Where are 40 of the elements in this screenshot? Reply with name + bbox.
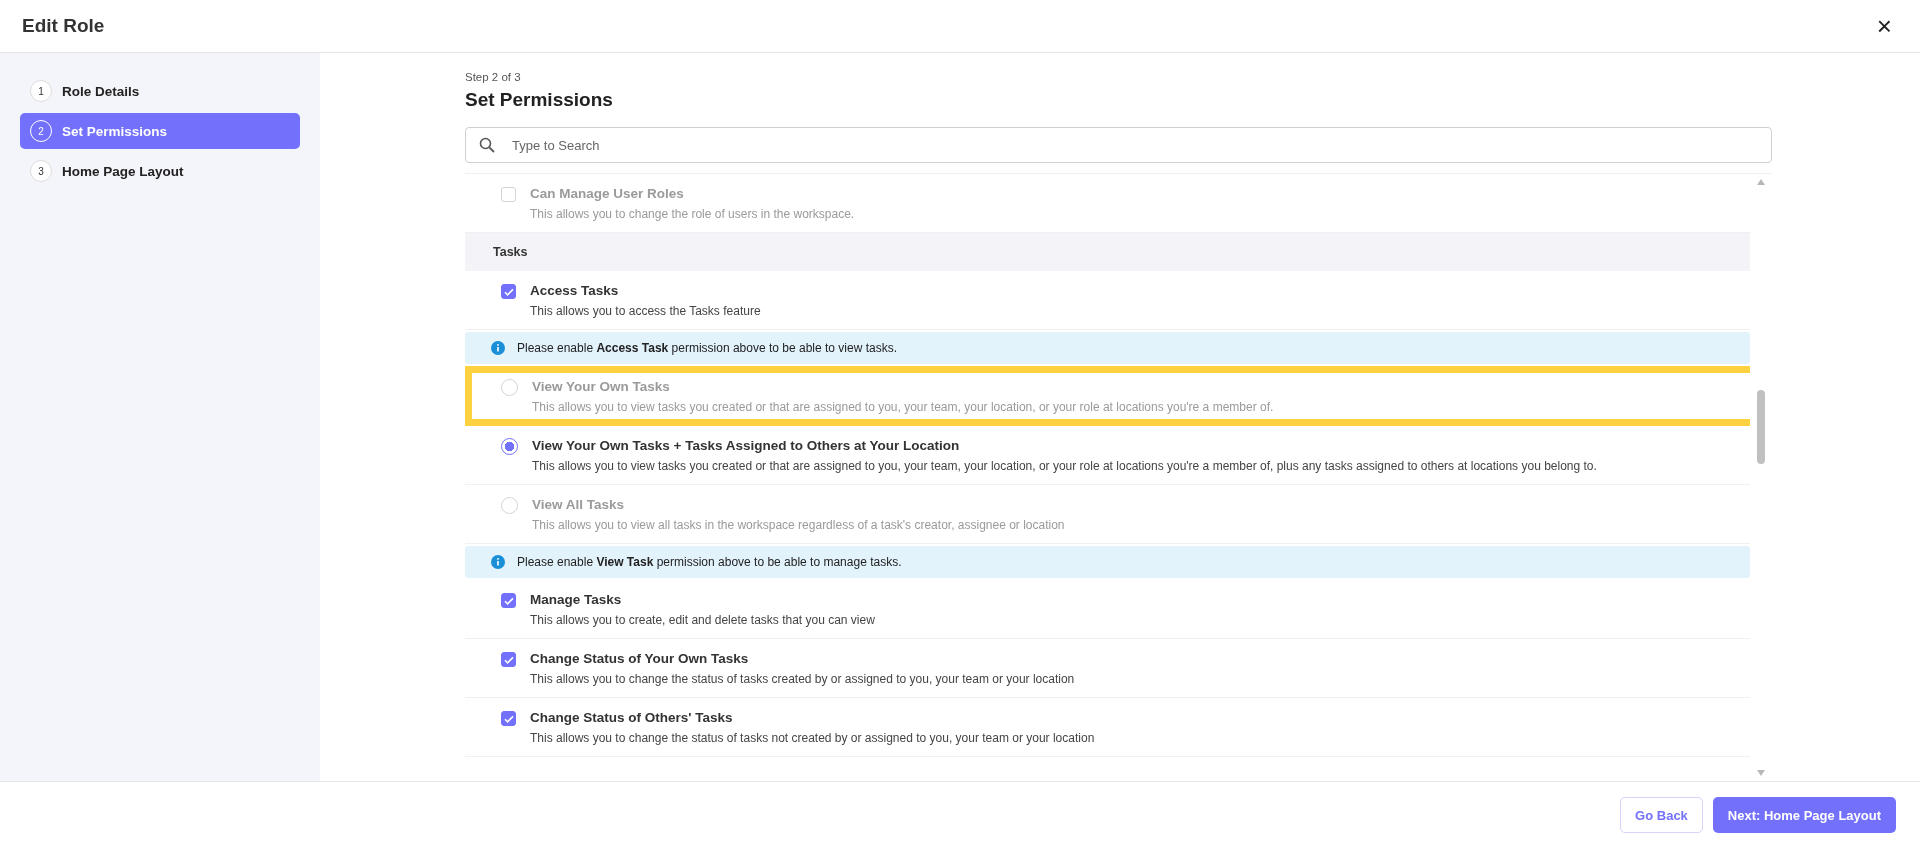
go-back-button[interactable]: Go Back	[1620, 797, 1703, 833]
checkbox[interactable]	[501, 284, 516, 299]
permission-description: This allows you to change the role of users in the workspace.	[530, 207, 855, 221]
step-item[interactable]: 3 Home Page Layout	[20, 153, 300, 189]
checkbox[interactable]	[501, 652, 516, 667]
search-field[interactable]: Type to Search	[465, 127, 1772, 163]
info-message: Please enable Access Task permission above to be able to view tasks.	[517, 341, 898, 355]
info-icon	[491, 341, 505, 355]
permission-description: This allows you to change the status of tasks not created by or assigned to you, your team or your location	[530, 731, 1095, 745]
permission-description: This allows you to view all tasks in the workspace regardless of a task's creator, assignee or location	[532, 518, 1065, 532]
permission-description: This allows you to create, edit and delete tasks that you can view	[530, 613, 875, 627]
section-header: Tasks	[465, 233, 1750, 271]
step-item[interactable]: 2 Set Permissions	[20, 113, 300, 149]
permission-title: Access Tasks	[530, 283, 620, 298]
window-title: Edit Role	[22, 15, 105, 37]
page-title: Set Permissions	[465, 89, 614, 111]
radio-button[interactable]	[501, 438, 518, 455]
info-message: Please enable View Task permission above to be able to manage tasks.	[517, 555, 902, 569]
permission-title: View All Tasks	[532, 497, 626, 512]
next-button[interactable]: Next: Home Page Layout	[1712, 797, 1896, 833]
permission-title: View Your Own Tasks	[532, 379, 671, 394]
permission-description: This allows you to access the Tasks feature	[530, 304, 761, 318]
step-item[interactable]: 1 Role Details	[20, 73, 300, 109]
permission-title: Can Manage User Roles	[530, 186, 685, 201]
permission-description: This allows you to view tasks you created or that are assigned to you, your team, your location, or your role at locations you're a member of, plus any tasks assigned to others at locations you belong to.	[532, 459, 1597, 473]
search-icon	[479, 137, 495, 153]
step-counter: Step 2 of 3	[465, 71, 522, 83]
close-button[interactable]: ×	[1870, 13, 1898, 39]
scroll-down-icon[interactable]	[1756, 769, 1766, 777]
permission-title: Manage Tasks	[530, 592, 623, 607]
permission-title: Change Status of Others' Tasks	[530, 710, 734, 725]
permission-title: Change Status of Your Own Tasks	[530, 651, 750, 666]
checkbox[interactable]	[501, 711, 516, 726]
permission-title: View Your Own Tasks + Tasks Assigned to Others at Your Location	[532, 438, 961, 453]
info-icon	[491, 555, 505, 569]
checkbox[interactable]	[501, 593, 516, 608]
permission-description: This allows you to view tasks you created or that are assigned to you, your team, your location, or your role at locations you're a member of.	[532, 400, 1274, 414]
scroll-up-icon[interactable]	[1756, 178, 1766, 186]
permission-description: This allows you to change the status of tasks created by or assigned to you, your team or your location	[530, 672, 1075, 686]
scrollbar-thumb[interactable]	[1757, 390, 1765, 464]
